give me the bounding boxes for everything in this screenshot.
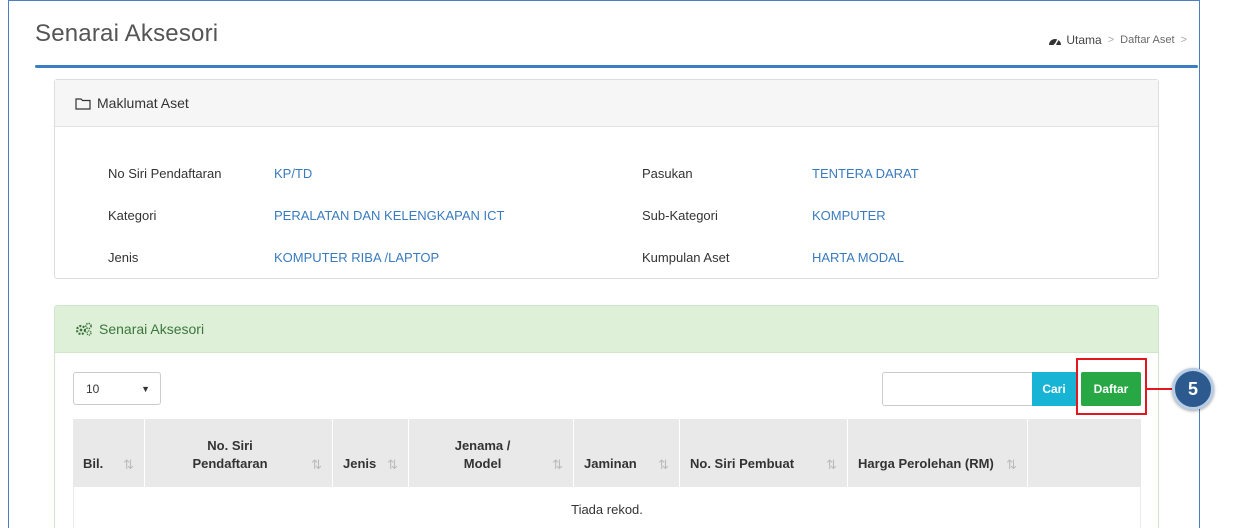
- caret-down-icon: ▼: [141, 383, 150, 394]
- label-kategori: Kategori: [108, 207, 157, 223]
- column-harga-perolehan[interactable]: Harga Perolehan (RM) ⇅: [848, 419, 1028, 487]
- sort-icon: ⇅: [552, 457, 563, 472]
- title-underline: [35, 65, 1198, 68]
- asset-info-panel-title: Maklumat Aset: [97, 95, 189, 111]
- column-jenis[interactable]: Jenis ⇅: [333, 419, 409, 487]
- label-pasukan: Pasukan: [642, 165, 693, 181]
- breadcrumb: Utama > Daftar Aset >: [1048, 33, 1187, 47]
- sort-icon: ⇅: [387, 457, 398, 472]
- page-length-select[interactable]: 10 ▼: [73, 372, 161, 405]
- asset-info-panel: Maklumat Aset No Siri Pendaftaran KP/TD …: [54, 79, 1159, 279]
- column-jaminan[interactable]: Jaminan ⇅: [574, 419, 680, 487]
- info-row: Jenis KOMPUTER RIBA /LAPTOP Kumpulan Ase…: [108, 236, 1108, 278]
- page-title: Senarai Aksesori: [35, 20, 219, 47]
- asset-info-panel-header: Maklumat Aset: [55, 80, 1158, 127]
- value-kategori: PERALATAN DAN KELENGKAPAN ICT: [274, 207, 505, 223]
- highlight-box: [1076, 358, 1147, 415]
- value-jenis: KOMPUTER RIBA /LAPTOP: [274, 249, 440, 265]
- table-empty-row: Tiada rekod.: [73, 487, 1141, 528]
- breadcrumb-separator: >: [1180, 34, 1187, 46]
- accessory-list-panel-title: Senarai Aksesori: [99, 321, 205, 337]
- value-pasukan: TENTERA DARAT: [812, 165, 919, 181]
- empty-message: Tiada rekod.: [571, 501, 643, 517]
- breadcrumb-home[interactable]: Utama: [1048, 33, 1102, 47]
- gears-icon: [75, 322, 92, 336]
- sort-icon: ⇅: [311, 457, 322, 472]
- dashboard-icon: [1049, 38, 1062, 46]
- column-no-siri-pendaftaran[interactable]: No. Siri Pendaftaran ⇅: [145, 419, 333, 487]
- column-bil[interactable]: Bil. ⇅: [73, 419, 145, 487]
- info-row: Kategori PERALATAN DAN KELENGKAPAN ICT S…: [108, 194, 1108, 236]
- breadcrumb-separator: >: [1107, 34, 1115, 46]
- value-kumpulan-aset: HARTA MODAL: [812, 249, 904, 265]
- column-jenama-model[interactable]: Jenama / Model ⇅: [409, 419, 574, 487]
- sort-icon: ⇅: [658, 457, 669, 472]
- breadcrumb-item-daftar-aset[interactable]: Daftar Aset: [1120, 34, 1174, 46]
- page-length-value: 10: [86, 381, 100, 396]
- search-input[interactable]: [882, 372, 1032, 406]
- sort-icon: ⇅: [826, 457, 837, 472]
- column-no-siri-pembuat[interactable]: No. Siri Pembuat ⇅: [680, 419, 848, 487]
- table-header: Bil. ⇅ No. Siri Pendaftaran ⇅ Jenis ⇅ Jen…: [73, 419, 1141, 487]
- step-callout: 5: [1172, 368, 1214, 410]
- callout-connector: [1145, 388, 1173, 390]
- search-button[interactable]: Cari: [1032, 372, 1076, 406]
- label-no-siri: No Siri Pendaftaran: [108, 165, 222, 181]
- folder-icon: [75, 97, 91, 110]
- value-sub-kategori: KOMPUTER: [812, 207, 886, 223]
- label-sub-kategori: Sub-Kategori: [642, 207, 718, 223]
- accessory-list-panel: Senarai Aksesori 10 ▼ Cari Daftar Bil. ⇅…: [54, 305, 1159, 528]
- label-kumpulan-aset: Kumpulan Aset: [642, 249, 730, 265]
- sort-icon: ⇅: [1006, 457, 1017, 472]
- info-row: No Siri Pendaftaran KP/TD Pasukan TENTER…: [108, 152, 1108, 194]
- accessory-table: Bil. ⇅ No. Siri Pendaftaran ⇅ Jenis ⇅ Jen…: [73, 419, 1141, 528]
- label-jenis: Jenis: [108, 249, 139, 265]
- breadcrumb-home-label: Utama: [1066, 33, 1102, 47]
- value-no-siri: KP/TD: [274, 165, 313, 181]
- sort-icon: ⇅: [123, 457, 134, 472]
- asset-info-grid: No Siri Pendaftaran KP/TD Pasukan TENTER…: [108, 152, 1108, 278]
- accessory-list-panel-header: Senarai Aksesori: [55, 306, 1158, 353]
